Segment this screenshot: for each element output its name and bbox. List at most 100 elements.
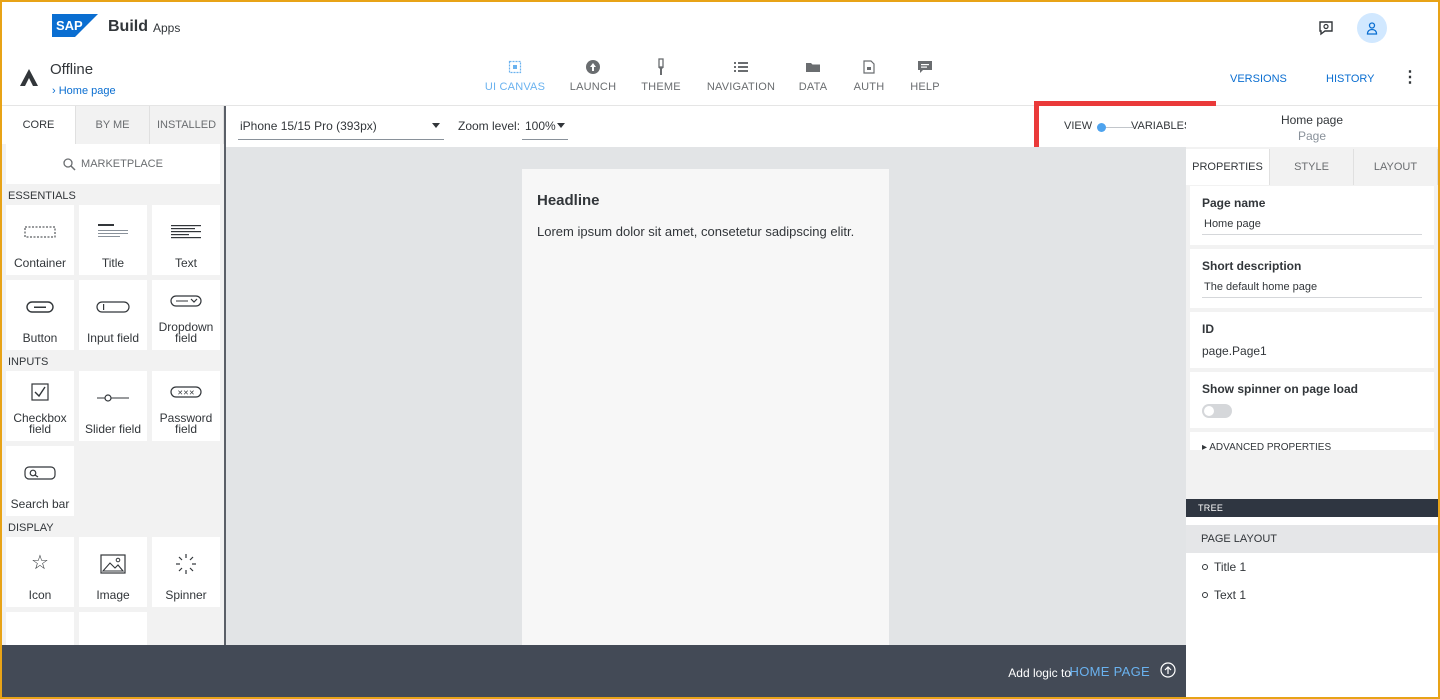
slider-icon (97, 371, 129, 424)
phone-preview[interactable]: Headline Lorem ipsum dolor sit amet, con… (522, 169, 889, 647)
component-image[interactable]: Image (79, 537, 147, 607)
search-bar-icon (24, 446, 56, 499)
component-input-field[interactable]: Input field (79, 280, 147, 350)
tree-node[interactable]: Title 1 (1186, 553, 1438, 581)
component-dropdown-field[interactable]: Dropdown field (152, 280, 220, 350)
tab-theme[interactable]: THEME (626, 58, 696, 93)
marketplace-button[interactable]: MARKETPLACE (6, 144, 220, 184)
more-options-icon[interactable]: ⋮ (1402, 70, 1418, 86)
image-icon (100, 537, 126, 590)
selected-type: Page (1297, 129, 1327, 143)
tree-panel: PAGE LAYOUT Title 1 Text 1 (1186, 517, 1438, 697)
tab-ui-canvas[interactable]: UI CANVAS (480, 58, 550, 93)
logic-target-link[interactable]: HOME PAGE (1070, 664, 1150, 679)
selection-header: Home page Page (1186, 106, 1438, 147)
component-password-field[interactable]: ✕✕✕ Password field (152, 371, 220, 441)
node-dot-icon (1202, 592, 1208, 598)
tab-launch[interactable]: LAUNCH (558, 58, 628, 93)
component-label: Title (101, 256, 125, 270)
tab-properties[interactable]: PROPERTIES (1186, 149, 1270, 185)
tab-layout[interactable]: LAYOUT (1354, 149, 1438, 185)
component-label: Search bar (10, 497, 70, 511)
canvas-toolbar: iPhone 15/15 Pro (393px) Zoom level: 100… (226, 101, 1216, 153)
tab-installed[interactable]: INSTALLED (150, 106, 224, 144)
marketplace-label: MARKETPLACE (81, 158, 163, 170)
caret-down-icon (432, 123, 440, 128)
device-value: iPhone 15/15 Pro (393px) (240, 119, 377, 133)
tab-label: THEME (641, 81, 681, 93)
component-label: Slider field (84, 422, 142, 436)
tab-label: NAVIGATION (706, 81, 776, 93)
switch-knob[interactable] (1097, 123, 1106, 132)
tree-node[interactable]: Text 1 (1186, 581, 1438, 609)
component-text[interactable]: Text (152, 205, 220, 275)
breadcrumb-home[interactable]: Home page (59, 85, 116, 97)
device-select[interactable]: iPhone 15/15 Pro (393px) (238, 112, 444, 140)
advanced-properties[interactable]: ▸ ADVANCED PROPERTIES (1190, 432, 1434, 450)
ui-canvas-icon (508, 58, 522, 76)
tab-core[interactable]: CORE (2, 106, 76, 144)
tab-navigation[interactable]: NAVIGATION (706, 58, 776, 93)
component-icon[interactable]: ☆ Icon (6, 537, 74, 607)
tab-help[interactable]: HELP (890, 58, 960, 93)
id-label: ID (1202, 322, 1214, 336)
component-more-1[interactable] (6, 612, 74, 647)
caret-down-icon (557, 123, 565, 128)
title-icon (98, 205, 128, 258)
tab-label: LAUNCH (569, 81, 617, 93)
sap-logo[interactable]: SAP (52, 14, 98, 37)
text-icon (171, 205, 201, 258)
tab-by-me[interactable]: BY ME (76, 106, 150, 144)
add-logic-label: Add logic to (1008, 666, 1071, 680)
view-label[interactable]: VIEW (1064, 120, 1092, 132)
breadcrumb[interactable]: › Home page (52, 85, 116, 97)
section-essentials: ESSENTIALS (8, 190, 76, 202)
tab-style[interactable]: STYLE (1270, 149, 1354, 185)
feedback-icon[interactable] (1312, 14, 1340, 42)
zoom-value: 100% (525, 119, 556, 133)
spinner-label: Show spinner on page load (1202, 382, 1359, 396)
component-spinner[interactable]: Spinner (152, 537, 220, 607)
palette-tabs: CORE BY ME INSTALLED (2, 106, 224, 144)
component-slider-field[interactable]: Slider field (79, 371, 147, 441)
history-link[interactable]: HISTORY (1326, 73, 1375, 85)
page-layout-header[interactable]: PAGE LAYOUT (1186, 525, 1438, 553)
component-label: Spinner (165, 588, 207, 602)
spinner-card: Show spinner on page load (1190, 372, 1434, 428)
essentials-grid: Container Title Text Button Input field … (2, 205, 224, 350)
short-description-field[interactable]: The default home page (1202, 281, 1422, 298)
component-checkbox-field[interactable]: Checkbox field (6, 371, 74, 441)
svg-text:✕✕✕: ✕✕✕ (177, 390, 195, 397)
component-title[interactable]: Title (79, 205, 147, 275)
zoom-select[interactable]: 100% (522, 112, 568, 140)
component-label: Icon (28, 588, 52, 602)
properties-list: Page name Home page Short description Th… (1190, 186, 1434, 459)
component-label: Input field (86, 331, 140, 345)
component-search-bar[interactable]: Search bar (6, 446, 74, 516)
variables-label[interactable]: VARIABLES (1131, 120, 1191, 132)
tree-header[interactable]: TREE (1186, 499, 1438, 517)
app-logo-icon (20, 69, 38, 86)
spinner-icon (175, 537, 197, 590)
brand-sub: Apps (153, 21, 181, 35)
tab-label: AUTH (853, 81, 885, 93)
tree-node-label: Text 1 (1214, 588, 1247, 602)
component-container[interactable]: Container (6, 205, 74, 275)
input-field-icon (96, 280, 130, 333)
expand-up-icon[interactable] (1160, 662, 1176, 678)
tab-label: UI CANVAS (484, 81, 546, 93)
canvas-text[interactable]: Lorem ipsum dolor sit amet, consetetur s… (537, 224, 854, 239)
star-icon: ☆ (31, 552, 49, 574)
canvas-headline[interactable]: Headline (537, 192, 600, 209)
ui-canvas: Headline Lorem ipsum dolor sit amet, con… (226, 147, 1186, 647)
spinner-toggle[interactable] (1202, 404, 1232, 418)
button-icon (26, 280, 54, 333)
versions-link[interactable]: VERSIONS (1230, 73, 1287, 85)
checkbox-icon (31, 371, 49, 413)
app-window: SAP Build Apps Offline › Home page UI CA… (2, 2, 1438, 697)
page-name-field[interactable]: Home page (1202, 218, 1422, 235)
user-avatar-icon[interactable] (1357, 13, 1387, 43)
component-label: Button (22, 331, 58, 345)
component-button[interactable]: Button (6, 280, 74, 350)
component-more-2[interactable] (79, 612, 147, 647)
